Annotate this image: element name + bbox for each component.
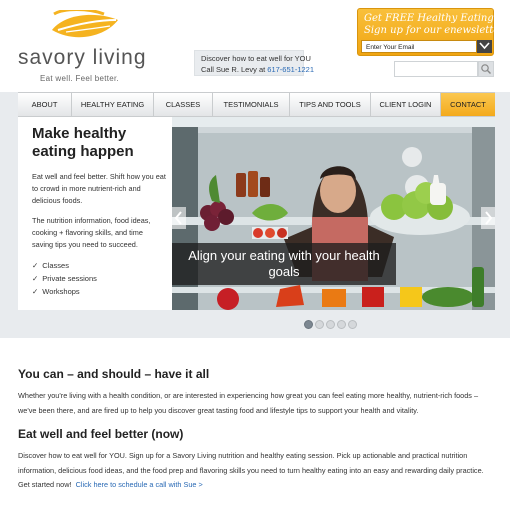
nav-healthy-eating[interactable]: HEALTHY EATING xyxy=(72,93,154,116)
email-field[interactable]: Enter Your Email xyxy=(361,40,477,53)
phone-link[interactable]: 617-651-1221 xyxy=(267,65,314,74)
section-body-have-it-all: Whether you're living with a health cond… xyxy=(18,391,479,415)
list-item: ✓ Workshops xyxy=(32,285,166,298)
brand-name: savory living xyxy=(18,46,147,69)
hero-text-panel: Make healthy eating happen Eat well and … xyxy=(18,117,172,310)
newsletter-signup: Get FREE Healthy Eating Ideas Sign up fo… xyxy=(357,8,510,56)
list-item: ✓ Private sessions xyxy=(32,272,166,285)
schedule-call-link[interactable]: Click here to schedule a call with Sue > xyxy=(76,480,203,489)
hero-services-list: ✓ Classes ✓ Private sessions ✓ Workshops xyxy=(32,259,166,298)
hero-title: Make healthy eating happen xyxy=(32,125,134,160)
newsletter-headline: Get FREE Healthy Eating Ideas xyxy=(364,13,510,24)
nav-classes[interactable]: CLASSES xyxy=(154,93,213,116)
section-body-eat-well: Discover how to eat well for YOU. Sign u… xyxy=(18,449,496,493)
nav-about[interactable]: ABOUT xyxy=(18,93,72,116)
slide-dot[interactable] xyxy=(315,320,324,329)
slide-dot[interactable] xyxy=(304,320,313,329)
search-input[interactable] xyxy=(394,61,478,77)
slide-dot[interactable] xyxy=(337,320,346,329)
contact-call-text: Call Sue R. Levy at xyxy=(201,65,266,74)
search-button[interactable] xyxy=(478,61,494,77)
contact-line1: Discover how to eat well for YOU xyxy=(201,54,311,63)
search-icon xyxy=(481,64,491,74)
section-title-eat-well: Eat well and feel better (now) xyxy=(18,427,184,441)
list-item-label: Private sessions xyxy=(42,274,97,283)
hero-paragraph-1: Eat well and feel better. Shift how you … xyxy=(32,172,166,205)
newsletter-submit-button[interactable] xyxy=(477,40,492,53)
header: savory living Eat well. Feel better. Dis… xyxy=(0,0,510,92)
hero-paragraph-2: The nutrition information, food ideas, c… xyxy=(32,216,151,249)
chevron-right-icon xyxy=(485,211,493,225)
list-item-label: Classes xyxy=(42,261,69,270)
arrow-submit-icon xyxy=(479,42,490,50)
slideshow-next-button[interactable] xyxy=(481,207,495,229)
newsletter-subhead: Sign up for our enewsletter xyxy=(364,25,505,36)
brand-tagline: Eat well. Feel better. xyxy=(40,74,120,83)
logo[interactable]: savory living Eat well. Feel better. xyxy=(18,10,148,83)
check-icon: ✓ xyxy=(32,287,39,296)
slide-dot[interactable] xyxy=(326,320,335,329)
nav-testimonials[interactable]: TESTIMONIALS xyxy=(213,93,290,116)
list-item-label: Workshops xyxy=(42,287,80,296)
list-item: ✓ Classes xyxy=(32,259,166,272)
slideshow-prev-button[interactable] xyxy=(172,207,186,229)
chevron-left-icon xyxy=(174,211,182,225)
contact-callout: Discover how to eat well for YOU Call Su… xyxy=(194,50,314,76)
leaf-logo-icon xyxy=(52,10,118,38)
nav-contact[interactable]: CONTACT xyxy=(441,93,495,116)
check-icon: ✓ xyxy=(32,261,39,270)
slide-caption: Align your eating with your health goals xyxy=(172,243,396,285)
slide-dot[interactable] xyxy=(348,320,357,329)
nav-tips-and-tools[interactable]: TIPS AND TOOLS xyxy=(290,93,371,116)
nav-client-login[interactable]: CLIENT LOGIN xyxy=(371,93,441,116)
check-icon: ✓ xyxy=(32,274,39,283)
main-nav: ABOUT HEALTHY EATING CLASSES TESTIMONIAL… xyxy=(18,92,495,117)
contact-line2: Call Sue R. Levy at 617-651-1221 xyxy=(201,64,314,75)
section-title-have-it-all: You can – and should – have it all xyxy=(18,367,210,381)
slideshow-pager xyxy=(304,320,357,329)
